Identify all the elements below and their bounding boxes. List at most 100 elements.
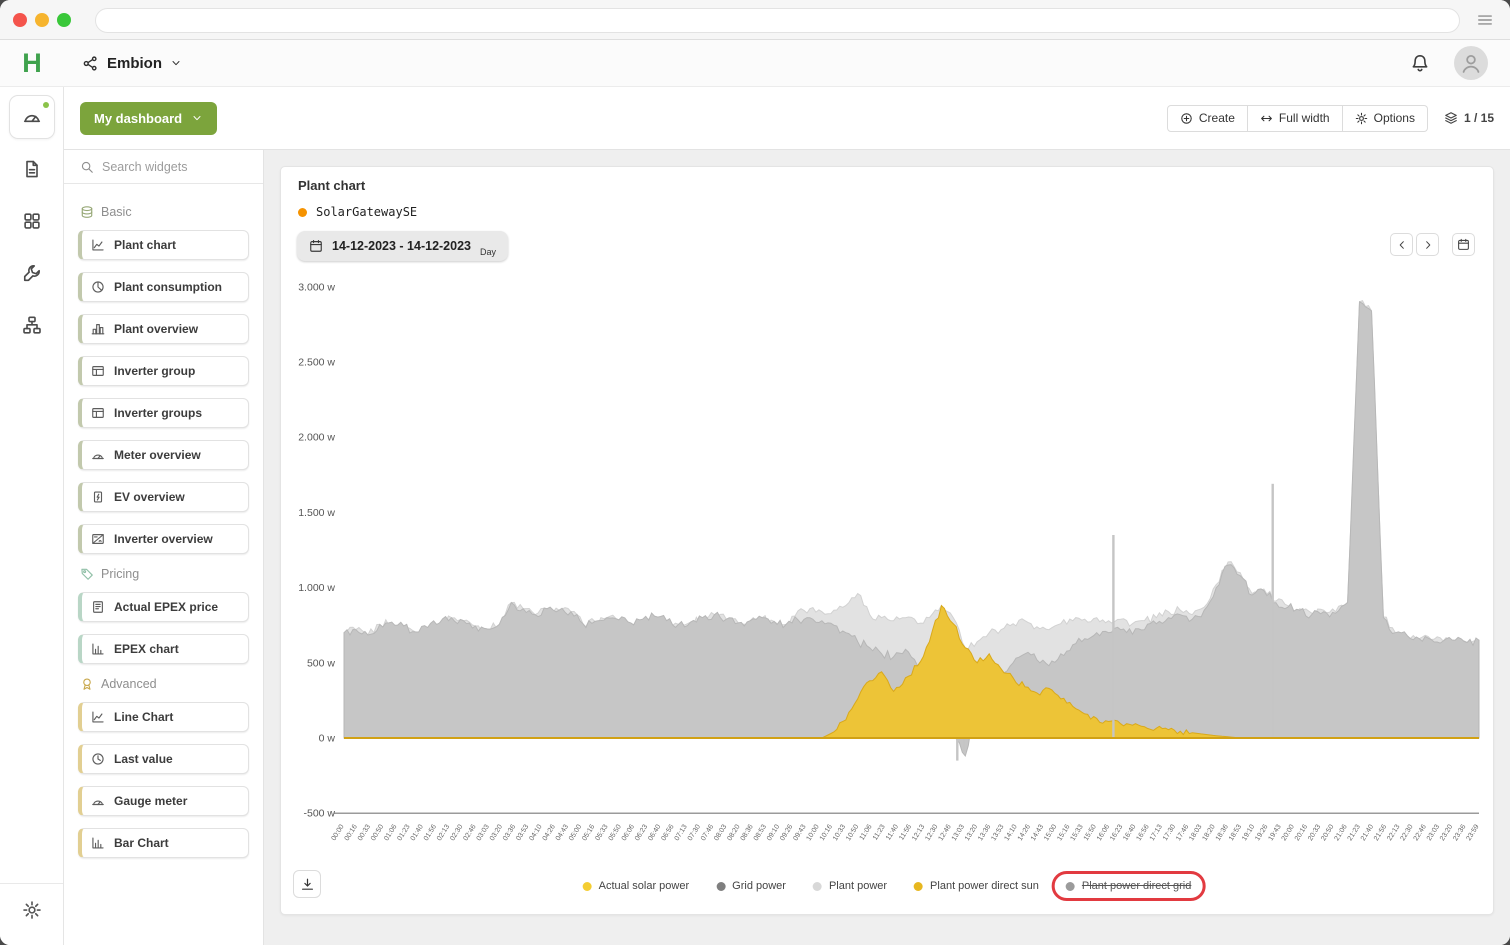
browser-menu-icon[interactable] <box>1476 11 1494 29</box>
dashboard-selector-button[interactable]: My dashboard <box>80 102 217 135</box>
table-icon <box>91 406 105 420</box>
x-tick-label: 11:23 <box>872 823 887 841</box>
maximize-window-button[interactable] <box>57 13 71 27</box>
section-label: Pricing <box>101 567 139 581</box>
browser-chrome <box>0 0 1510 40</box>
close-window-button[interactable] <box>13 13 27 27</box>
legend-item-plant-power-direct-sun[interactable]: Plant power direct sun <box>914 880 1039 892</box>
settings-button[interactable] <box>22 900 42 920</box>
prev-range-button[interactable] <box>1390 233 1413 256</box>
grid-icon <box>22 211 42 231</box>
app-logo[interactable]: H <box>0 48 64 79</box>
legend-item-plant-power[interactable]: Plant power <box>813 880 887 892</box>
user-avatar[interactable] <box>1454 46 1488 80</box>
next-range-button[interactable] <box>1416 233 1439 256</box>
badge-icon <box>80 677 94 691</box>
rail-item-documents[interactable] <box>9 147 55 191</box>
device-legend: SolarGatewaySE <box>298 205 417 219</box>
sidebar-rail <box>0 87 64 945</box>
widget-item-inverter-overview[interactable]: Inverter overview <box>78 524 249 554</box>
legend-item-actual-solar-power[interactable]: Actual solar power <box>583 880 690 892</box>
widget-item-inverter-groups[interactable]: Inverter groups <box>78 398 249 428</box>
widget-item-ev-overview[interactable]: EV overview <box>78 482 249 512</box>
search-widgets-input[interactable] <box>102 160 234 174</box>
building-icon <box>91 322 105 336</box>
wrench-icon <box>22 263 42 283</box>
create-button[interactable]: Create <box>1167 105 1248 132</box>
widget-item-label: EV overview <box>114 490 185 504</box>
app-header: H Embion <box>0 40 1510 87</box>
legend-label: Plant power <box>829 880 887 892</box>
browser-window: H Embion My dashboard Create <box>0 0 1510 945</box>
rail-item-widgets[interactable] <box>9 199 55 243</box>
toolbar-button-group: Create Full width Options <box>1167 105 1428 132</box>
org-selector[interactable]: Embion <box>82 55 182 72</box>
calendar-picker-button[interactable] <box>1452 233 1475 256</box>
full-width-button[interactable]: Full width <box>1248 105 1343 132</box>
notifications-button[interactable] <box>1410 53 1430 73</box>
legend-item-plant-power-direct-grid[interactable]: Plant power direct grid <box>1066 880 1191 892</box>
widget-item-label: Meter overview <box>114 448 201 462</box>
widget-sidebar: BasicPlant chartPlant consumptionPlant o… <box>64 150 264 945</box>
dashboard-toolbar: My dashboard Create Full width Options <box>64 87 1510 150</box>
x-tick-label: 11:06 <box>859 823 874 841</box>
widget-item-plant-consumption[interactable]: Plant consumption <box>78 272 249 302</box>
chevron-left-icon <box>1396 239 1408 251</box>
widget-item-plant-overview[interactable]: Plant overview <box>78 314 249 344</box>
download-icon <box>300 877 315 892</box>
widget-item-last-value[interactable]: Last value <box>78 744 249 774</box>
ev-icon <box>91 490 105 504</box>
widget-item-line-chart[interactable]: Line Chart <box>78 702 249 732</box>
widget-item-label: Line Chart <box>114 710 173 724</box>
calendar-icon <box>1457 238 1470 251</box>
options-button[interactable]: Options <box>1343 105 1428 132</box>
widget-item-label: Actual EPEX price <box>114 600 218 614</box>
minimize-window-button[interactable] <box>35 13 49 27</box>
sitemap-icon <box>22 315 42 335</box>
address-bar[interactable] <box>95 8 1460 33</box>
chart-legend: Actual solar power Grid power Plant power P… <box>583 868 1192 904</box>
bars-icon <box>91 836 105 850</box>
device-dot <box>298 208 307 217</box>
legend-label: Plant power direct grid <box>1082 880 1191 892</box>
person-icon <box>1460 52 1482 74</box>
widget-item-gauge-meter[interactable]: Gauge meter <box>78 786 249 816</box>
rail-item-tools[interactable] <box>9 251 55 295</box>
org-network-icon <box>82 55 99 72</box>
widget-search-row <box>64 150 263 184</box>
widget-item-meter-overview[interactable]: Meter overview <box>78 440 249 470</box>
doc-icon <box>22 159 42 179</box>
widget-title: Plant chart <box>298 178 365 193</box>
y-tick-label: 1.500 w <box>298 507 335 519</box>
inverter-icon <box>91 532 105 546</box>
search-icon <box>80 160 94 174</box>
widget-item-inverter-group[interactable]: Inverter group <box>78 356 249 386</box>
legend-item-grid-power[interactable]: Grid power <box>716 880 786 892</box>
y-tick-label: 2.500 w <box>298 357 335 369</box>
y-tick-label: -500 w <box>303 808 335 820</box>
widget-item-label: Inverter groups <box>114 406 202 420</box>
widget-item-label: Inverter group <box>114 364 195 378</box>
chevron-right-icon <box>1422 239 1434 251</box>
layers-icon <box>1444 111 1458 125</box>
table-icon <box>91 364 105 378</box>
widget-item-epex-chart[interactable]: EPEX chart <box>78 634 249 664</box>
widget-item-actual-epex-price[interactable]: Actual EPEX price <box>78 592 249 622</box>
widget-item-plant-chart[interactable]: Plant chart <box>78 230 249 260</box>
rail-item-sites[interactable] <box>9 303 55 347</box>
legend-dot <box>813 882 822 891</box>
stack-icon <box>80 205 94 219</box>
rail-item-dashboard[interactable] <box>9 95 55 139</box>
chevron-down-icon <box>191 112 203 124</box>
dashboard-canvas: Plant chart SolarGatewaySE 14-12-2023 - … <box>264 150 1510 945</box>
legend-label: Grid power <box>732 880 786 892</box>
dashboard-page-indicator: 1 / 15 <box>1444 111 1494 125</box>
widget-item-label: Last value <box>114 752 173 766</box>
legend-dot <box>583 882 592 891</box>
download-button[interactable] <box>293 870 321 898</box>
rail-bottom <box>0 883 63 945</box>
plant-chart-plot[interactable]: 3.000 w2.500 w2.000 w1.500 w1.000 w500 w… <box>291 255 1489 867</box>
widget-item-bar-chart[interactable]: Bar Chart <box>78 828 249 858</box>
date-range-label: 14-12-2023 - 14-12-2023 <box>332 239 471 253</box>
legend-dot <box>716 882 725 891</box>
